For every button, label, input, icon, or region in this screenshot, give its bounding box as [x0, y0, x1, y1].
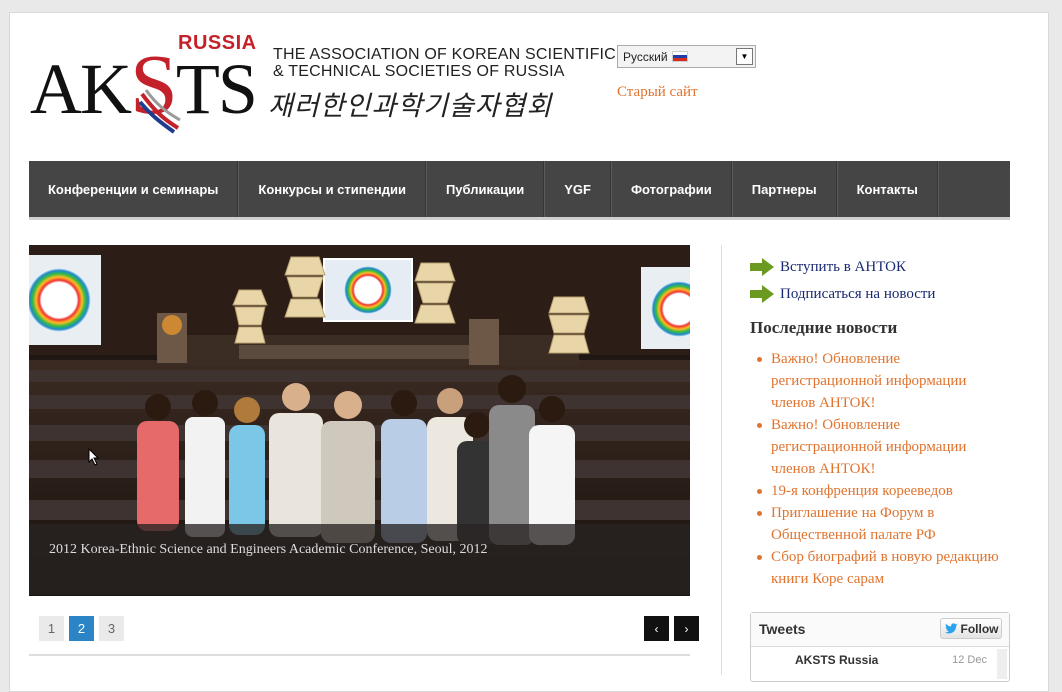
join-link[interactable]: Вступить в АНТОК — [750, 258, 906, 276]
logo-swoosh-icon — [138, 89, 181, 134]
news-item[interactable]: Важно! Обновление регистрационной информ… — [757, 348, 1010, 414]
news-item[interactable]: Приглашение на Форум в Общественной пала… — [757, 502, 1010, 546]
twitter-bird-icon — [944, 622, 957, 633]
tweets-scrollbar[interactable] — [997, 649, 1007, 679]
slide-caption: 2012 Korea-Ethnic Science and Engineers … — [29, 524, 690, 595]
tweets-widget: Tweets Follow AKSTS Russia 12 Dec — [750, 612, 1010, 682]
subscribe-link[interactable]: Подписаться на новости — [750, 285, 935, 303]
news-item[interactable]: 19-я конфренция корееведов — [757, 480, 1010, 502]
nav-item-publications[interactable]: Публикации — [427, 161, 546, 217]
chevron-left-icon: ‹ — [654, 621, 659, 636]
slider-page-1[interactable]: 1 — [39, 616, 64, 641]
language-select[interactable]: Русский ▼ — [617, 45, 756, 68]
association-name-korean: 재러한인과학기술자협회 — [268, 91, 553, 121]
photo-slider[interactable]: 2012 Korea-Ethnic Science and Engineers … — [29, 245, 690, 596]
tweets-header: Tweets Follow — [751, 613, 1009, 647]
latest-news-title: Последние новости — [750, 318, 898, 337]
site-logo[interactable]: RUSSIA AKSTS — [30, 32, 258, 134]
association-name-line1: THE ASSOCIATION OF KOREAN SCIENTIFIC — [273, 46, 616, 63]
green-arrow-icon — [750, 285, 774, 303]
russia-flag-icon — [671, 51, 688, 62]
logo-text-ak: AK — [30, 49, 132, 129]
nav-item-ygf[interactable]: YGF — [545, 161, 612, 217]
chevron-right-icon: › — [684, 621, 689, 636]
slide-caption-text: 2012 Korea-Ethnic Science and Engineers … — [49, 542, 488, 557]
mouse-cursor-icon — [88, 448, 100, 466]
slider-next-button[interactable]: › — [674, 616, 699, 641]
tweet-date: 12 Dec — [952, 654, 987, 666]
content-divider — [29, 654, 690, 656]
green-arrow-icon — [750, 258, 774, 276]
sidebar-divider — [721, 245, 722, 675]
tweets-title: Tweets — [759, 621, 806, 637]
follow-button[interactable]: Follow — [940, 618, 1002, 639]
nav-item-partners[interactable]: Партнеры — [733, 161, 838, 217]
subscribe-link-label: Подписаться на новости — [780, 285, 936, 302]
join-link-label: Вступить в АНТОК — [780, 258, 907, 275]
latest-news-list: Важно! Обновление регистрационной информ… — [750, 348, 1010, 590]
nav-item-photos[interactable]: Фотографии — [612, 161, 733, 217]
association-name: THE ASSOCIATION OF KOREAN SCIENTIFIC & T… — [273, 46, 616, 80]
slider-page-3[interactable]: 3 — [99, 616, 124, 641]
news-item[interactable]: Сбор биографий в новую редакцию книги Ко… — [757, 546, 1010, 590]
nav-item-contests[interactable]: Конкурсы и стипендии — [239, 161, 427, 217]
tweet-author[interactable]: AKSTS Russia — [795, 653, 878, 667]
association-name-line2: & TECHNICAL SOCIETIES OF RUSSIA — [273, 63, 565, 80]
slider-pager: 1 2 3 — [39, 616, 129, 641]
slider-page-2[interactable]: 2 — [69, 616, 94, 641]
news-item[interactable]: Важно! Обновление регистрационной информ… — [757, 414, 1010, 480]
logo-text-ts: TS — [175, 49, 258, 129]
chevron-down-icon[interactable]: ▼ — [736, 48, 753, 65]
follow-button-label: Follow — [960, 621, 999, 636]
main-nav: Конференции и семинары Конкурсы и стипен… — [29, 161, 1010, 220]
nav-item-conferences[interactable]: Конференции и семинары — [29, 161, 240, 217]
language-selected-value: Русский — [623, 49, 668, 64]
slider-prev-button[interactable]: ‹ — [644, 616, 669, 641]
nav-item-contacts[interactable]: Контакты — [838, 161, 939, 217]
old-site-link[interactable]: Старый сайт — [617, 84, 698, 101]
